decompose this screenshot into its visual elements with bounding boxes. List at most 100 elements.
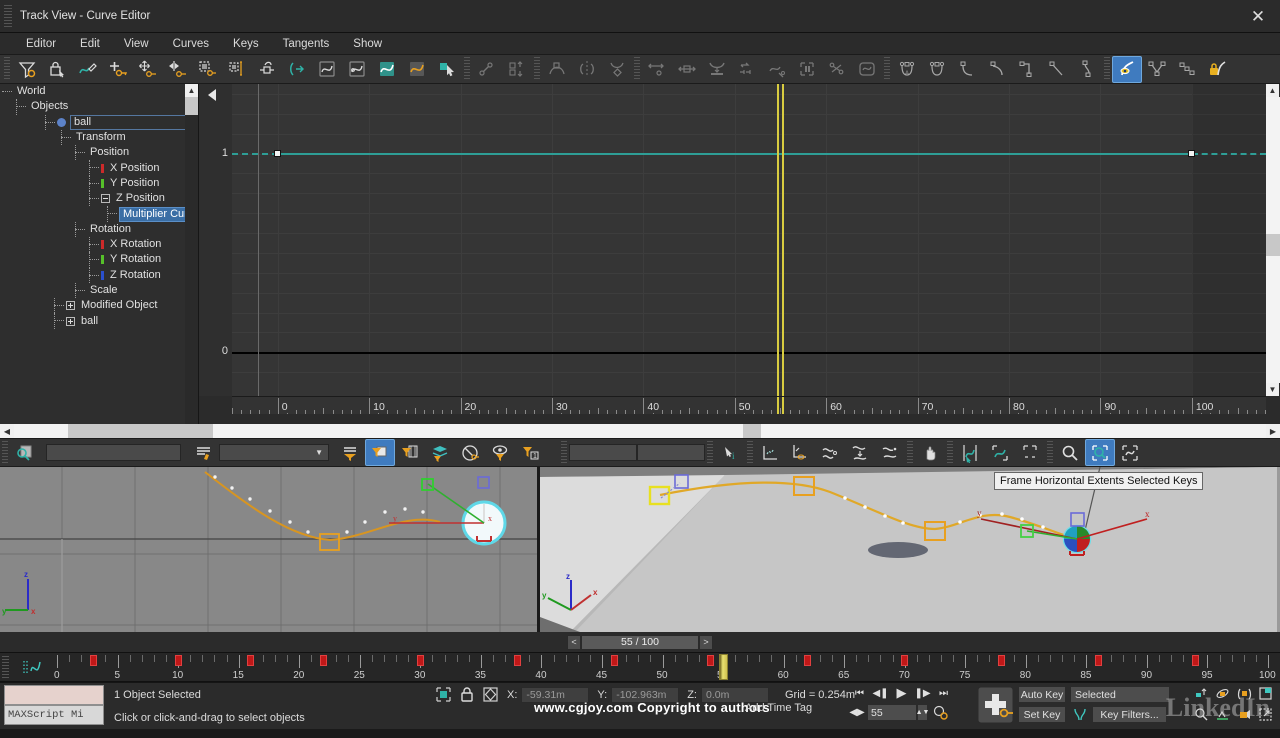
field-of-view-icon[interactable] [1213, 707, 1232, 723]
maxscript-output-pane[interactable] [4, 685, 104, 705]
lock-key-icon[interactable] [1202, 56, 1232, 83]
auto-key-button[interactable]: Auto Key [1018, 686, 1066, 703]
controller-tree-panel[interactable]: World Objects ball Transform Position X Posit… [0, 84, 199, 424]
zoom-region-nav-icon[interactable] [1256, 707, 1275, 723]
graph-scroll-down-icon[interactable]: ▼ [1266, 383, 1279, 396]
graph-hscroll-right-icon[interactable]: ▶ [1266, 424, 1280, 438]
simplify-curve-icon[interactable] [875, 439, 905, 466]
show-keyable-icon[interactable] [755, 439, 785, 466]
tangent-slow-icon[interactable] [982, 56, 1012, 83]
zoom-all-icon[interactable] [1235, 685, 1254, 701]
curve-graph-panel[interactable]: 1 0 0 10 20 30 40 50 60 70 80 90 100 ▲ ▼ [199, 84, 1280, 424]
tree-item-z-rotation[interactable]: Z Rotation [0, 267, 198, 283]
trackbar-key[interactable] [247, 655, 255, 666]
move-keys-icon[interactable] [132, 56, 162, 83]
unify-tangents-icon[interactable] [402, 56, 432, 83]
zoom-region-active-icon[interactable] [1085, 439, 1115, 466]
multiplier-curve-icon[interactable] [602, 56, 632, 83]
filter-object-level-icon[interactable]: 1 [515, 439, 545, 466]
menu-keys[interactable]: Keys [221, 36, 271, 52]
frame-horizontal-extents-icon[interactable] [985, 439, 1015, 466]
show-tangents-icon[interactable] [312, 56, 342, 83]
window-grip[interactable] [4, 5, 12, 27]
curve-segment[interactable] [277, 152, 1192, 155]
time-slider-next-button[interactable]: > [699, 634, 713, 650]
tangent-smooth-icon[interactable] [1072, 56, 1102, 83]
graph-range-marker-icon[interactable] [208, 89, 216, 101]
tree-item-z-position[interactable]: Z Position [0, 191, 198, 207]
time-slider-field[interactable]: 55 / 100 [581, 634, 699, 650]
tangent-linear-icon[interactable] [1042, 56, 1072, 83]
filter-selected-keys-icon[interactable] [455, 439, 485, 466]
tree-horizontal-scrollbar[interactable]: ◀ ▶ [0, 424, 228, 438]
go-to-start-icon[interactable]: ⏮ [850, 685, 869, 701]
key-filters-button[interactable]: Key Filters... [1092, 706, 1167, 723]
key-stats-icon[interactable]: i [715, 439, 745, 466]
key-value-field-2[interactable] [637, 444, 705, 461]
tree-item-position[interactable]: Position [0, 145, 198, 161]
menu-editor[interactable]: Editor [14, 36, 68, 52]
tree-vertical-scrollbar[interactable]: ▲ [185, 84, 198, 424]
name-filter-icon[interactable] [189, 439, 219, 466]
randomize-keys-icon[interactable] [822, 56, 852, 83]
move-up-down-icon[interactable] [502, 56, 532, 83]
time-slider-prev-button[interactable]: < [567, 634, 581, 650]
scale-values-icon[interactable] [222, 56, 252, 83]
flatten-keys-icon[interactable] [702, 56, 732, 83]
graph-horizontal-scrollbar[interactable]: ◀ ▶ [199, 424, 1280, 438]
pan-view-icon[interactable] [1192, 685, 1211, 701]
current-frame-field[interactable]: 55 [867, 704, 917, 721]
graph-time-cursor[interactable] [777, 84, 785, 396]
tangent-custom-icon[interactable] [922, 56, 952, 83]
trackbar-key[interactable] [610, 655, 618, 666]
add-ease-curve-icon[interactable] [762, 56, 792, 83]
mirror-curve-icon[interactable] [572, 56, 602, 83]
trackbar-key[interactable] [998, 655, 1006, 666]
previous-frame-icon[interactable]: ◀❚ [871, 685, 890, 701]
trackbar-key[interactable] [89, 655, 97, 666]
filter-selected-objects-icon[interactable] [365, 439, 395, 466]
trackbar-key[interactable] [319, 655, 327, 666]
region-tool-icon[interactable] [792, 56, 822, 83]
tree-item-x-rotation[interactable]: X Rotation [0, 236, 198, 253]
frame-horizontal-extents-keys-icon[interactable] [955, 439, 985, 466]
track-name-search-input[interactable] [46, 444, 181, 461]
ease-curve-icon[interactable] [542, 56, 572, 83]
tree-scroll-up-icon[interactable]: ▲ [185, 84, 198, 97]
set-key-button-icon[interactable] [978, 687, 1013, 723]
maxscript-input-pane[interactable]: MAXScript Mi [4, 705, 104, 725]
soften-curve-icon[interactable] [815, 439, 845, 466]
frame-vertical-extents-icon[interactable] [1015, 439, 1045, 466]
selection-lock-region-icon[interactable] [435, 686, 452, 703]
tree-hscroll-left-icon[interactable]: ◀ [0, 424, 14, 438]
add-keys-icon[interactable] [102, 56, 132, 83]
stretch-keys-icon[interactable] [672, 56, 702, 83]
loop-curve-icon[interactable] [852, 56, 882, 83]
close-icon[interactable]: ✕ [1236, 0, 1280, 33]
collapse-minus-icon[interactable] [101, 194, 110, 204]
lock-selection-icon[interactable] [42, 56, 72, 83]
curve-key-marker[interactable] [1188, 150, 1196, 158]
maximize-viewport-icon[interactable] [1256, 685, 1275, 701]
tree-item-objects[interactable]: Objects [0, 99, 198, 115]
tree-hscroll-thumb[interactable] [68, 424, 228, 438]
key-value-field-1[interactable] [569, 444, 637, 461]
tangent-auto-icon[interactable]: A [892, 56, 922, 83]
lock-tangents-icon[interactable] [342, 56, 372, 83]
ruler-time-cursor[interactable] [777, 397, 785, 414]
graph-time-ruler[interactable]: 0 10 20 30 40 50 60 70 80 90 100 [232, 396, 1266, 414]
tree-item-rotation[interactable]: Rotation [0, 221, 198, 237]
graph-scroll-up-icon[interactable]: ▲ [1266, 84, 1279, 97]
align-keys-icon[interactable] [642, 56, 672, 83]
frame-spinner[interactable]: ▲▼ [916, 704, 929, 721]
tree-item-multiplier-curve[interactable]: Multiplier Curve [0, 206, 198, 222]
tree-item-world[interactable]: World [0, 84, 198, 99]
key-mode-toggle-icon[interactable]: ◀▶ [849, 705, 864, 721]
go-to-end-icon[interactable]: ⏭ [934, 685, 953, 701]
track-curve-icon[interactable] [22, 658, 48, 676]
menu-tangents[interactable]: Tangents [271, 36, 342, 52]
menu-edit[interactable]: Edit [68, 36, 112, 52]
menu-view[interactable]: View [112, 36, 161, 52]
select-arrow-icon[interactable] [432, 56, 462, 83]
zoom-icon[interactable] [1055, 439, 1085, 466]
